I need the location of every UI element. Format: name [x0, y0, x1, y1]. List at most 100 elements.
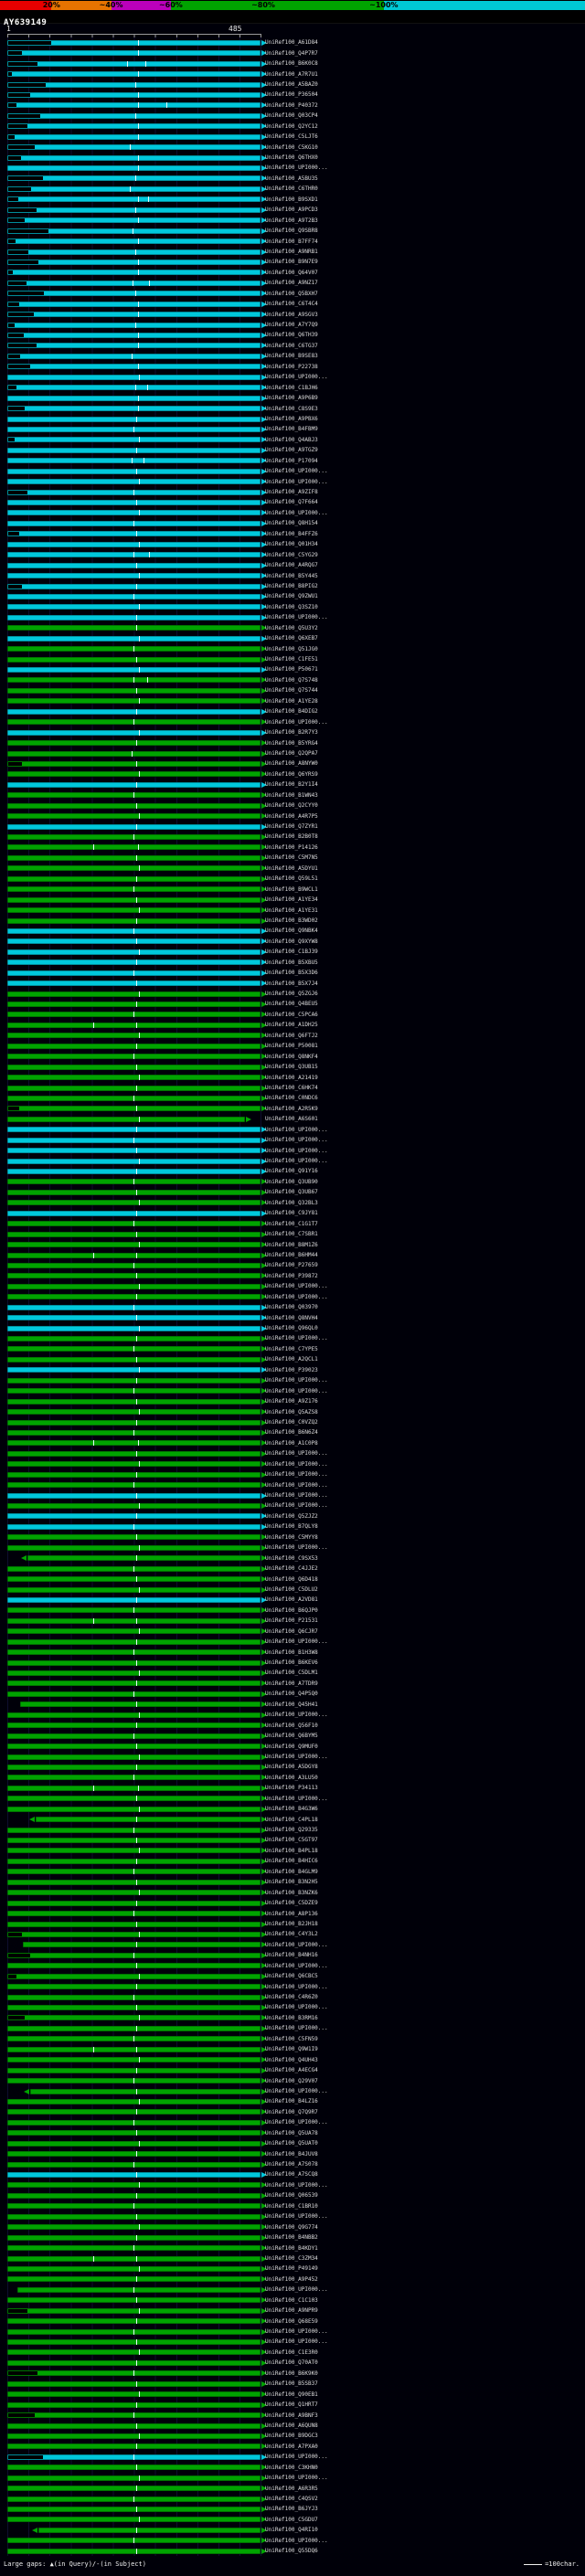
hit-bar[interactable] — [7, 112, 261, 119]
hit-label[interactable]: UniRef100_P39872 — [265, 1273, 318, 1280]
hit-bar[interactable] — [7, 1827, 261, 1833]
hit-label[interactable]: UniRef100_UPI000... — [265, 1283, 328, 1290]
hit-label[interactable]: UniRef100_B8M1Z6 — [265, 1242, 318, 1249]
hit-bar[interactable] — [7, 1336, 261, 1342]
hit-label[interactable]: UniRef100_B4LZ16 — [265, 2098, 318, 2105]
hit-label[interactable]: UniRef100_C5YG29 — [265, 552, 318, 559]
hit-bar[interactable] — [7, 614, 261, 620]
hit-label[interactable]: UniRef100_C4PL18 — [265, 1817, 318, 1824]
hit-label[interactable]: UniRef100_C9JY81 — [265, 1210, 318, 1217]
hit-bar[interactable] — [7, 1607, 261, 1614]
hit-bar[interactable] — [7, 1409, 261, 1415]
hit-label[interactable]: UniRef100_B5YRG4 — [265, 740, 318, 747]
hit-label[interactable]: UniRef100_C4Y3L2 — [265, 1931, 318, 1938]
hit-label[interactable]: UniRef100_Q03970 — [265, 1304, 318, 1311]
hit-label[interactable]: UniRef100_UPI000... — [265, 1984, 328, 1991]
hit-bar[interactable] — [7, 1513, 261, 1520]
hit-bar[interactable] — [7, 343, 261, 349]
hit-label[interactable]: UniRef100_A9NRB1 — [265, 249, 318, 256]
hit-bar[interactable] — [7, 1733, 261, 1739]
hit-label[interactable]: UniRef100_Q8H154 — [265, 520, 318, 527]
hit-label[interactable]: UniRef100_Q96QL0 — [265, 1325, 318, 1332]
hit-label[interactable]: UniRef100_Q5UA78 — [265, 2130, 318, 2137]
hit-label[interactable]: UniRef100_A4R7P5 — [265, 813, 318, 821]
hit-bar[interactable] — [7, 875, 261, 882]
hit-bar[interactable] — [7, 698, 261, 705]
hit-bar[interactable] — [7, 196, 261, 203]
hit-bar[interactable] — [7, 2005, 261, 2011]
hit-bar[interactable] — [7, 687, 261, 694]
hit-label[interactable]: UniRef100_A9Z176 — [265, 1398, 318, 1405]
hit-label[interactable]: UniRef100_A7TDR9 — [265, 1680, 318, 1688]
hit-bar[interactable] — [7, 291, 261, 297]
hit-bar[interactable] — [7, 416, 261, 422]
hit-label[interactable]: UniRef100_Q7S744 — [265, 687, 318, 694]
hit-label[interactable]: UniRef100_B2R7Y3 — [265, 729, 318, 737]
hit-label[interactable]: UniRef100_C3ZM34 — [265, 2255, 318, 2263]
hit-bar[interactable] — [7, 2496, 261, 2502]
hit-label[interactable]: UniRef100_B9WCL1 — [265, 886, 318, 894]
hit-label[interactable]: UniRef100_B6KEV6 — [265, 1659, 318, 1667]
hit-bar[interactable] — [7, 270, 261, 276]
hit-bar[interactable] — [7, 1638, 261, 1645]
hit-label[interactable]: UniRef100_P39023 — [265, 1367, 318, 1374]
hit-bar[interactable] — [7, 750, 261, 757]
hit-bar[interactable] — [7, 217, 261, 224]
hit-bar[interactable] — [7, 2443, 261, 2450]
hit-label[interactable]: UniRef100_Q4UH43 — [265, 2057, 318, 2064]
hit-label[interactable]: UniRef100_UPI000... — [265, 1335, 328, 1342]
hit-bar[interactable] — [7, 1315, 261, 1321]
hit-label[interactable]: UniRef100_B9SXD1 — [265, 196, 318, 204]
hit-bar[interactable] — [7, 1764, 261, 1770]
hit-label[interactable]: UniRef100_C4JJE2 — [265, 1565, 318, 1573]
hit-bar[interactable] — [7, 50, 261, 57]
hit-bar[interactable] — [7, 1744, 261, 1750]
hit-label[interactable]: UniRef100_B2B0T8 — [265, 833, 318, 841]
hit-bar[interactable] — [7, 1796, 261, 1802]
hit-label[interactable]: UniRef100_UPI000... — [265, 1502, 328, 1510]
hit-label[interactable]: UniRef100_B4DIG2 — [265, 708, 318, 716]
hit-bar[interactable] — [7, 2422, 261, 2429]
hit-bar[interactable] — [7, 981, 261, 987]
hit-bar[interactable] — [7, 2057, 261, 2063]
hit-label[interactable]: UniRef100_UPI000... — [265, 479, 328, 486]
hit-label[interactable]: UniRef100_A9PBX6 — [265, 416, 318, 423]
hit-label[interactable]: UniRef100_UPI000... — [265, 1638, 328, 1646]
hit-bar[interactable] — [7, 625, 261, 631]
hit-bar[interactable] — [7, 91, 261, 98]
hit-label[interactable]: UniRef100_Q29V07 — [265, 2078, 318, 2085]
hit-bar[interactable] — [7, 938, 261, 945]
hit-label[interactable]: UniRef100_UPI000... — [265, 1492, 328, 1500]
hit-bar[interactable] — [7, 2465, 261, 2471]
hit-label[interactable]: UniRef100_Q4P7R7 — [265, 50, 318, 58]
hit-label[interactable]: UniRef100_Q90EB1 — [265, 2391, 318, 2399]
hit-label[interactable]: UniRef100_UPI000... — [265, 1388, 328, 1395]
hit-bar[interactable] — [7, 249, 261, 255]
hit-label[interactable]: UniRef100_Q7S748 — [265, 677, 318, 684]
hit-label[interactable]: UniRef100_A9T2B3 — [265, 217, 318, 225]
hit-label[interactable]: UniRef100_A1YE28 — [265, 698, 318, 705]
hit-bar[interactable] — [7, 1419, 261, 1426]
hit-bar[interactable] — [7, 2359, 261, 2366]
hit-bar[interactable] — [7, 259, 261, 265]
hit-bar[interactable] — [7, 468, 261, 474]
hit-bar[interactable] — [7, 1346, 261, 1352]
hit-label[interactable]: UniRef100_B6K0C8 — [265, 60, 318, 68]
hit-bar[interactable] — [7, 740, 261, 747]
hit-label[interactable]: UniRef100_B2Y1I4 — [265, 781, 318, 789]
hit-bar[interactable] — [7, 1252, 261, 1258]
hit-label[interactable]: UniRef100_A7PXA0 — [265, 2443, 318, 2451]
hit-label[interactable]: UniRef100_UPI000... — [265, 1471, 328, 1479]
hit-label[interactable]: UniRef100_P36504 — [265, 91, 318, 99]
hit-bar[interactable] — [7, 2078, 261, 2084]
hit-label[interactable]: UniRef100_A9P452 — [265, 2276, 318, 2284]
hit-label[interactable]: UniRef100_Q6CBC5 — [265, 1973, 318, 1980]
hit-label[interactable]: UniRef100_Q32BL3 — [265, 1200, 318, 1207]
hit-bar[interactable] — [7, 1680, 261, 1687]
hit-label[interactable]: UniRef100_Q51JG0 — [265, 646, 318, 653]
hit-label[interactable]: UniRef100_Q8NVH4 — [265, 1315, 318, 1322]
hit-label[interactable]: UniRef100_C7SBR1 — [265, 1231, 318, 1238]
hit-bar[interactable] — [7, 928, 261, 934]
hit-bar[interactable] — [7, 781, 261, 788]
hit-bar[interactable] — [7, 123, 261, 130]
